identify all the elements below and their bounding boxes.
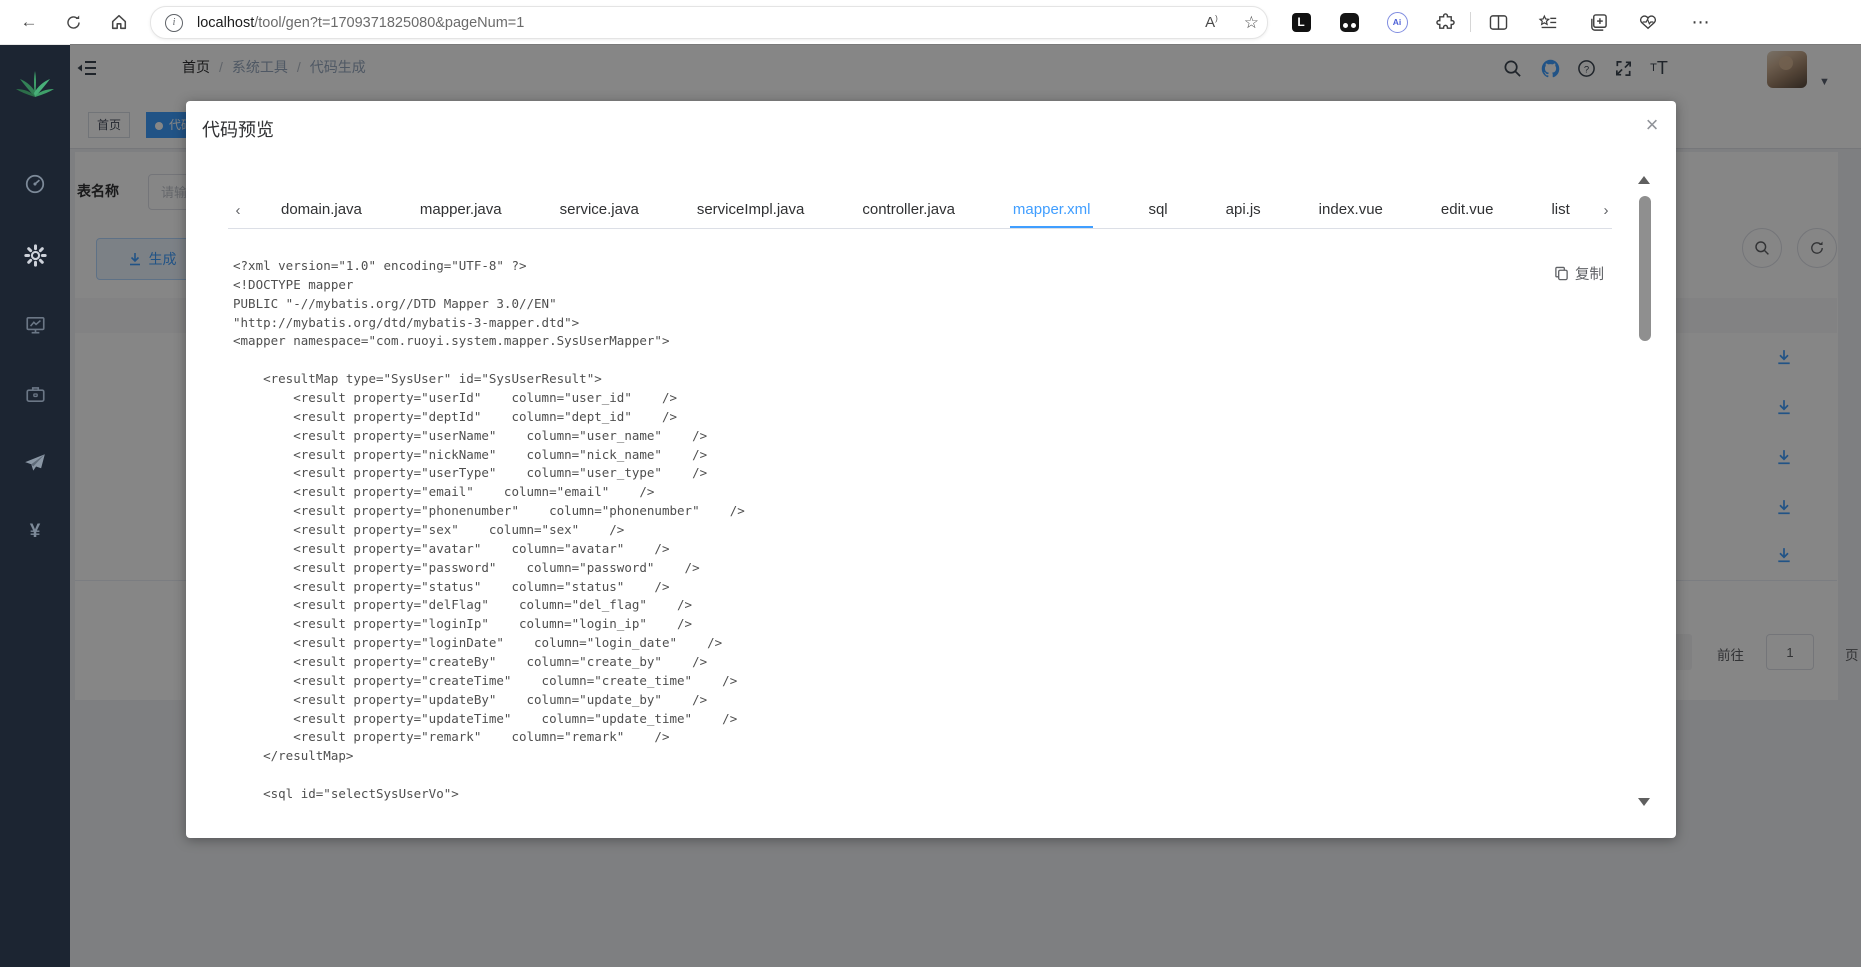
url-text[interactable]: localhost/tool/gen?t=1709371825080&pageN… <box>197 15 524 31</box>
browser-back-icon[interactable]: ← <box>14 7 44 37</box>
scrollbar-down-icon[interactable] <box>1638 798 1650 806</box>
tab-index-vue[interactable]: index.vue <box>1290 190 1412 228</box>
tab-serviceimpl-java[interactable]: serviceImpl.java <box>668 190 834 228</box>
code-preview-dialog: 代码预览 × ‹ domain.java mapper.java service… <box>186 101 1676 838</box>
browser-refresh-icon[interactable] <box>58 7 88 37</box>
currency-yen-icon: ¥ <box>29 521 41 542</box>
extension-dots-icon[interactable] <box>1338 11 1360 33</box>
url-host: localhost <box>197 14 255 31</box>
sidebar: ¥ <box>0 44 70 967</box>
read-aloud-icon[interactable]: A) <box>1205 14 1218 31</box>
browser-home-icon[interactable] <box>104 7 134 37</box>
gear-icon <box>23 243 47 267</box>
sidebar-item-deploy[interactable] <box>0 441 70 485</box>
extension-l-icon[interactable]: L <box>1290 11 1312 33</box>
tab-mapper-java[interactable]: mapper.java <box>391 190 531 228</box>
monitor-chart-icon <box>25 317 45 334</box>
scrollbar-thumb[interactable] <box>1639 196 1651 341</box>
browser-more-icon[interactable]: ⋯ <box>1690 11 1712 33</box>
tab-service-java[interactable]: service.java <box>531 190 668 228</box>
split-screen-icon[interactable] <box>1487 11 1509 33</box>
screen: ← i localhost/tool/gen?t=1709371825080&p… <box>0 0 1861 967</box>
collections-icon[interactable] <box>1587 11 1609 33</box>
favorites-list-icon[interactable] <box>1537 11 1559 33</box>
tabs-next-arrow-icon[interactable]: › <box>1598 200 1614 220</box>
tab-domain-java[interactable]: domain.java <box>252 190 391 228</box>
tab-api-js[interactable]: api.js <box>1197 190 1290 228</box>
page-info-icon[interactable]: i <box>165 13 183 32</box>
code-content[interactable]: <?xml version="1.0" encoding="UTF-8" ?> … <box>233 257 1613 823</box>
tab-controller-java[interactable]: controller.java <box>833 190 984 228</box>
dashboard-icon <box>25 174 45 194</box>
tab-list[interactable]: list <box>1522 190 1598 228</box>
address-bar[interactable]: i localhost/tool/gen?t=1709371825080&pag… <box>150 6 1268 39</box>
dialog-title: 代码预览 <box>202 120 274 140</box>
favorite-star-icon[interactable]: ☆ <box>1244 13 1259 33</box>
tab-mapper-xml[interactable]: mapper.xml <box>984 190 1120 228</box>
browser-essentials-icon[interactable] <box>1637 11 1659 33</box>
sidebar-item-dashboard[interactable] <box>0 162 70 206</box>
briefcase-icon <box>25 387 45 402</box>
extension-ai-icon[interactable]: Ai <box>1386 11 1408 33</box>
sidebar-item-finance[interactable]: ¥ <box>0 510 70 554</box>
sidebar-item-system[interactable] <box>0 233 70 277</box>
url-path: /tool/gen?t=1709371825080&pageNum=1 <box>254 14 525 31</box>
tab-sql[interactable]: sql <box>1119 190 1196 228</box>
code-tabs: domain.java mapper.java service.java ser… <box>228 190 1612 229</box>
dialog-close-icon[interactable]: × <box>1638 111 1666 139</box>
toolbar-divider <box>1470 12 1471 32</box>
send-plane-icon <box>25 454 45 471</box>
extensions-puzzle-icon[interactable] <box>1434 11 1456 33</box>
logo-plant-icon <box>16 71 54 97</box>
scrollbar-up-icon[interactable] <box>1638 176 1650 184</box>
home-icon <box>111 14 127 30</box>
sidebar-item-tool[interactable] <box>0 372 70 416</box>
tab-edit-vue[interactable]: edit.vue <box>1412 190 1523 228</box>
sidebar-item-monitor[interactable] <box>0 303 70 347</box>
browser-toolbar: ← i localhost/tool/gen?t=1709371825080&p… <box>0 0 1861 45</box>
app-logo[interactable] <box>0 54 70 110</box>
refresh-icon <box>66 15 80 29</box>
